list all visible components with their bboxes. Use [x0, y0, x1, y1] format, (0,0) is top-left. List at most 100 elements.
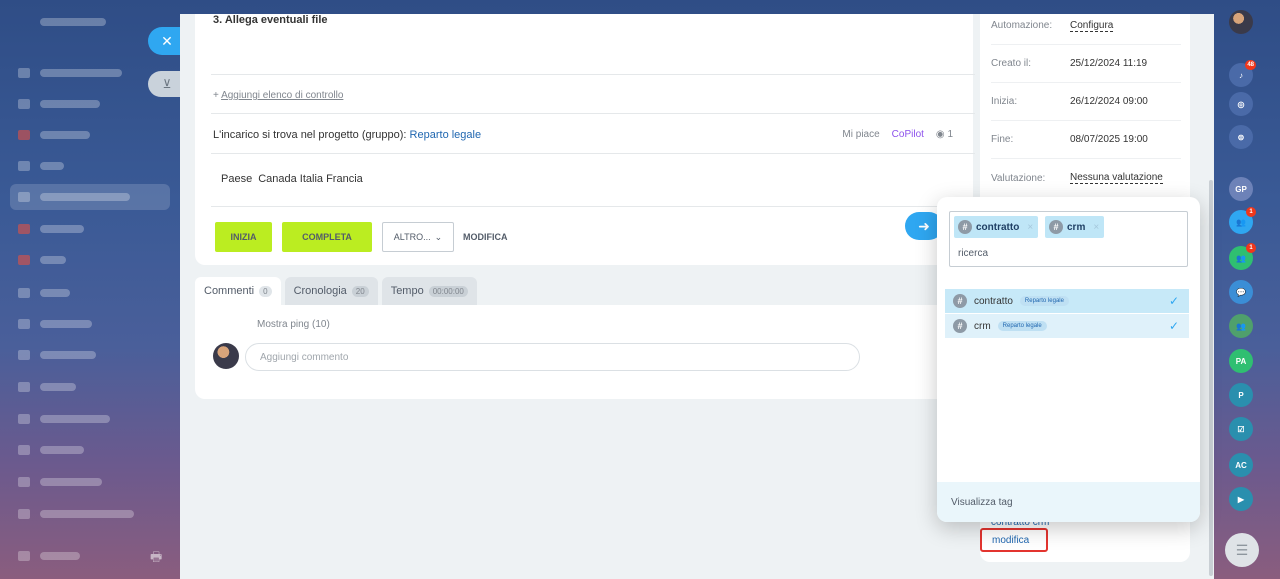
avatar-pa[interactable]: PA — [1229, 349, 1253, 373]
show-ping-link[interactable]: Mostra ping (10) — [257, 319, 330, 330]
info-row-start: Inizia: 26/12/2024 09:00 — [991, 83, 1181, 121]
tag-input-box[interactable]: # contratto × # crm × — [949, 211, 1188, 267]
minimize-slider-button[interactable]: ⊻ — [148, 71, 180, 97]
project-label: L'incarico si trova nel progetto (gruppo… — [213, 129, 407, 141]
divider — [211, 74, 975, 75]
custom-field-country: Paese Canada Italia Francia — [221, 173, 363, 185]
hash-icon: # — [1049, 220, 1063, 234]
group-chat-icon[interactable]: 👥 1 — [1229, 207, 1256, 234]
left-nav-item[interactable] — [18, 380, 76, 394]
hash-icon: # — [958, 220, 972, 234]
tab-count: 00:00:00 — [428, 285, 468, 297]
tag-search-input[interactable] — [958, 244, 1158, 262]
info-row-created: Creato il: 25/12/2024 11:19 — [991, 45, 1181, 83]
search-chat-icon[interactable]: ⊜ — [1229, 125, 1253, 149]
more-label: ALTRO... — [393, 232, 431, 242]
left-nav-item[interactable] — [18, 475, 102, 489]
project-line: L'incarico si trova nel progetto (gruppo… — [213, 129, 481, 141]
tag-project-badge: Reparto legale — [997, 321, 1047, 331]
project-link[interactable]: Reparto legale — [410, 129, 482, 141]
left-nav-item[interactable] — [18, 128, 90, 142]
info-row-automation: Automazione: Configura — [991, 7, 1181, 45]
tab-time[interactable]: Tempo 00:00:00 — [381, 277, 477, 305]
edit-task-button[interactable]: MODIFICA — [463, 222, 508, 252]
avatar-p[interactable]: P — [1229, 383, 1253, 407]
rating-link[interactable]: Nessuna valutazione — [1070, 172, 1163, 184]
left-nav-item[interactable] — [18, 253, 66, 267]
minimize-icon: ⊻ — [162, 77, 172, 91]
start-button[interactable]: INIZIA — [215, 222, 272, 252]
tag-result-item[interactable]: # contratto Reparto legale ✓ — [945, 289, 1189, 314]
task-action-bar: INIZIA COMPLETA ALTRO... ⌄ MODIFICA — [211, 206, 973, 265]
user-avatar[interactable] — [1229, 10, 1253, 34]
tag-name: crm — [974, 320, 991, 332]
tag-selector-popup: # contratto × # crm × # contratto Repart… — [937, 197, 1200, 522]
avatar-gp[interactable]: GP — [1229, 177, 1253, 201]
chevron-down-icon: ⌄ — [434, 231, 443, 242]
group-chat-icon[interactable]: 👥 1 — [1229, 243, 1256, 270]
notification-badge: 48 — [1245, 60, 1256, 70]
tag-name: contratto — [974, 295, 1013, 307]
hash-icon: # — [953, 319, 967, 333]
tag-chip: # contratto × — [954, 216, 1039, 238]
video-icon[interactable]: ▶ — [1229, 487, 1253, 511]
tag-result-item[interactable]: # crm Reparto legale ✓ — [945, 314, 1189, 339]
checklist-item-title: 3. Allega eventuali file — [213, 14, 328, 26]
left-nav-item[interactable] — [18, 66, 122, 80]
tab-comments[interactable]: Commenti 0 — [195, 277, 281, 305]
tag-project-badge: Reparto legale — [1019, 296, 1069, 306]
left-nav-item[interactable] — [18, 190, 130, 204]
avatar — [213, 343, 239, 369]
left-nav-item[interactable] — [18, 222, 84, 236]
country-value: Canada Italia Francia — [258, 173, 363, 185]
country-label: Paese — [221, 173, 253, 185]
tab-count: 0 — [259, 285, 272, 297]
comment-tabs: Commenti 0 Cronologia 20 Tempo 00:00:00 — [195, 277, 477, 305]
arrow-right-icon: ➜ — [918, 217, 930, 234]
left-nav-item[interactable] — [18, 348, 96, 362]
tag-results-list: # contratto Reparto legale ✓ # crm Repar… — [945, 289, 1189, 339]
add-checklist-link[interactable]: + Aggiungi elenco di controllo — [213, 90, 343, 101]
edit-tags-link[interactable]: modifica — [980, 528, 1048, 552]
menu-icon[interactable]: ☰ — [1225, 533, 1259, 567]
check-icon: ✓ — [1168, 294, 1179, 308]
info-row-end: Fine: 08/07/2025 19:00 — [991, 121, 1181, 159]
left-nav-item[interactable] — [18, 97, 100, 111]
views-counter: ◉ 1 — [935, 129, 953, 140]
right-rail: ♪ 48 ◎ ⊜ GP 👥 1 👥 1 💬 👥 PA P ☑ AC ▶ ☰ — [1214, 0, 1280, 579]
left-nav-item[interactable] — [18, 317, 92, 331]
bell-icon[interactable]: ♪ 48 — [1229, 60, 1256, 87]
chat-icon[interactable]: 💬 — [1229, 280, 1253, 304]
complete-button[interactable]: COMPLETA — [282, 222, 372, 252]
close-slider-button[interactable]: ✕ — [148, 27, 180, 55]
divider — [211, 113, 975, 114]
tag-chip: # crm × — [1045, 216, 1105, 238]
close-icon: ✕ — [161, 32, 173, 49]
more-dropdown-button[interactable]: ALTRO... ⌄ — [382, 222, 454, 252]
add-comment-input[interactable]: Aggiungi commento — [245, 343, 860, 371]
remove-tag-icon[interactable]: × — [1093, 222, 1099, 233]
view-tags-link[interactable]: Visualizza tag — [937, 482, 1200, 522]
copilot-icon[interactable]: ◎ — [1229, 92, 1253, 116]
scrollbar[interactable] — [1209, 180, 1213, 576]
left-nav-item[interactable] — [18, 443, 84, 457]
avatar-ac[interactable]: AC — [1229, 453, 1253, 477]
configure-link[interactable]: Configura — [1070, 20, 1114, 32]
like-button[interactable]: Mi piace — [842, 129, 879, 140]
tasks-icon[interactable]: ☑ — [1229, 417, 1253, 441]
left-nav-item[interactable] — [18, 507, 134, 521]
left-nav-logo[interactable] — [18, 15, 106, 29]
left-nav-item[interactable] — [18, 549, 80, 563]
left-nav-item[interactable] — [18, 159, 64, 173]
left-nav-item[interactable] — [18, 286, 70, 300]
tab-history[interactable]: Cronologia 20 — [284, 277, 378, 305]
remove-tag-icon[interactable]: × — [1027, 222, 1033, 233]
task-card: 3. Allega eventuali file + Aggiungi elen… — [195, 14, 975, 265]
group-icon[interactable]: 👥 — [1229, 314, 1253, 338]
copilot-button[interactable]: CoPilot — [892, 129, 924, 140]
comments-section: Mostra ping (10) Aggiungi commento — [195, 305, 973, 399]
info-row-rating: Valutazione: Nessuna valutazione — [991, 172, 1163, 184]
eye-icon: ◉ — [935, 129, 945, 140]
left-nav-item[interactable] — [18, 412, 110, 426]
print-icon[interactable]: 🖶 — [150, 548, 162, 570]
